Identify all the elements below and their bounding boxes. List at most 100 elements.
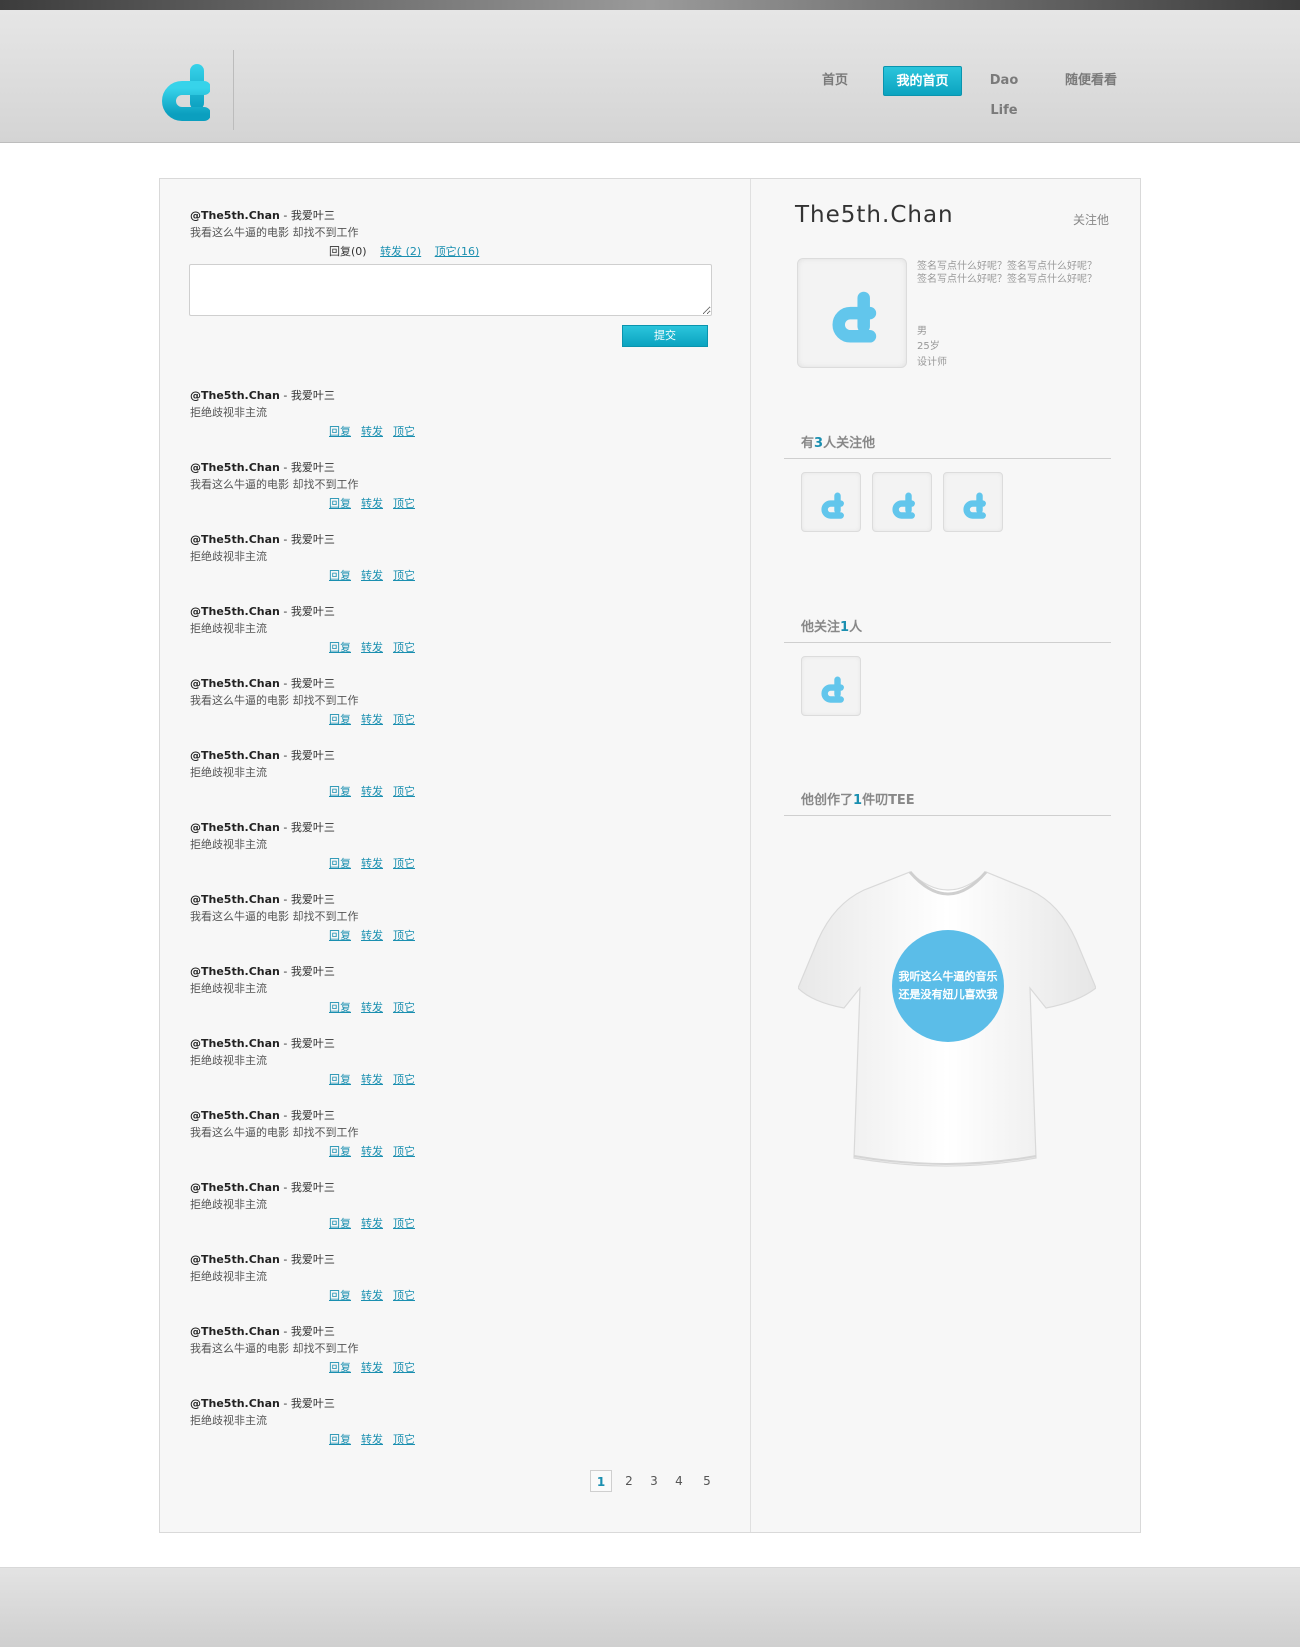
reply-link[interactable]: 回复 xyxy=(329,1433,351,1446)
post-user[interactable]: @The5th.Chan xyxy=(190,533,280,546)
reply-link[interactable]: 回复 xyxy=(329,785,351,798)
top-link[interactable]: 顶它 xyxy=(393,1289,415,1302)
forward-link[interactable]: 转发 xyxy=(361,713,383,726)
feed-post: @The5th.Chan - 我爱叶三 拒绝歧视非主流 回复 转发 顶它 xyxy=(190,1396,690,1446)
reply-link[interactable]: 回复 xyxy=(329,857,351,870)
reply-link[interactable]: 回复 xyxy=(329,1289,351,1302)
post-title: 我爱叶三 xyxy=(290,821,335,834)
post-sep: - xyxy=(279,1253,291,1266)
post-user[interactable]: @The5th.Chan xyxy=(190,461,280,474)
forward-link[interactable]: 转发 xyxy=(361,1001,383,1014)
forward-link[interactable]: 转发 xyxy=(361,785,383,798)
post-header: @The5th.Chan - 我爱叶三 xyxy=(190,208,690,224)
page-2-button[interactable]: 2 xyxy=(618,1470,640,1492)
nav-dao-life[interactable]: Dao Life xyxy=(975,66,1033,118)
top-link[interactable]: 顶它 xyxy=(393,1217,415,1230)
post-user[interactable]: @The5th.Chan xyxy=(190,677,280,690)
post-user[interactable]: @The5th.Chan xyxy=(190,1181,280,1194)
follow-button[interactable]: 关注他 xyxy=(1073,211,1109,228)
feed-post: @The5th.Chan - 我爱叶三 我看这么牛逼的电影 却找不到工作 回复 转发顶… xyxy=(190,1108,690,1158)
post-actions: 回复 转发 顶它 xyxy=(329,640,425,656)
page-5-button[interactable]: 5 xyxy=(696,1470,718,1492)
top-link[interactable]: 顶它 xyxy=(393,569,415,582)
reply-link[interactable]: 回复 xyxy=(329,1001,351,1014)
top-link[interactable]: 顶它 xyxy=(393,1073,415,1086)
reply-link[interactable]: 回复 xyxy=(329,425,351,438)
forward-link[interactable]: 转发 xyxy=(361,641,383,654)
reply-link[interactable]: 回复 xyxy=(329,1073,351,1086)
nav-my-home[interactable]: 我的首页 xyxy=(883,66,962,96)
post-sep: - xyxy=(279,965,291,978)
follower-avatar[interactable] xyxy=(872,472,932,532)
forward-link[interactable]: 转发 xyxy=(361,1433,383,1446)
submit-button[interactable]: 提交 xyxy=(622,325,708,347)
d-logo-icon[interactable] xyxy=(160,52,210,126)
follower-avatar[interactable] xyxy=(943,472,1003,532)
page-1-button[interactable]: 1 xyxy=(590,1470,612,1492)
forward-link[interactable]: 转发 xyxy=(361,1217,383,1230)
post-user[interactable]: @The5th.Chan xyxy=(190,1037,280,1050)
forward-link[interactable]: 转发 xyxy=(361,929,383,942)
post-user[interactable]: @The5th.Chan xyxy=(190,821,280,834)
post-title: 我爱叶三 xyxy=(290,533,335,546)
post-user[interactable]: @The5th.Chan xyxy=(190,1109,280,1122)
post-header: @The5th.Chan - 我爱叶三 xyxy=(190,460,690,476)
page-4-button[interactable]: 4 xyxy=(668,1470,690,1492)
top-link[interactable]: 顶它 xyxy=(393,1145,415,1158)
feed-post: @The5th.Chan - 我爱叶三 拒绝歧视非主流 回复 转发 顶它 xyxy=(190,964,690,1014)
top-link[interactable]: 顶它 xyxy=(393,785,415,798)
nav-random[interactable]: 随便看看 xyxy=(1062,66,1120,96)
reply-link[interactable]: 回复 xyxy=(329,1145,351,1158)
nav-home[interactable]: 首页 xyxy=(810,66,860,96)
top-link[interactable]: 顶它 xyxy=(393,929,415,942)
top-link[interactable]: 顶它 xyxy=(393,1433,415,1446)
forward-link[interactable]: 转发 xyxy=(361,1361,383,1374)
avatar[interactable] xyxy=(797,258,907,368)
top-link[interactable]: 顶它 xyxy=(393,641,415,654)
feed-post: @The5th.Chan - 我爱叶三 我看这么牛逼的电影 却找不到工作 回复 转发顶… xyxy=(190,1324,690,1374)
reply-link[interactable]: 回复 xyxy=(329,1217,351,1230)
post-user[interactable]: @The5th.Chan xyxy=(190,1397,280,1410)
forward-link[interactable]: 转发 (2) xyxy=(380,245,421,258)
post-user[interactable]: @The5th.Chan xyxy=(190,893,280,906)
reply-link[interactable]: 回复 xyxy=(329,929,351,942)
reply-link[interactable]: 回复 xyxy=(329,1361,351,1374)
forward-link[interactable]: 转发 xyxy=(361,569,383,582)
top-link[interactable]: 顶它(16) xyxy=(435,245,480,258)
top-link[interactable]: 顶它 xyxy=(393,857,415,870)
post-title: 我爱叶三 xyxy=(290,461,335,474)
page-3-button[interactable]: 3 xyxy=(643,1470,665,1492)
forward-link[interactable]: 转发 xyxy=(361,497,383,510)
reply-link[interactable]: 回复 xyxy=(329,713,351,726)
post-user[interactable]: @The5th.Chan xyxy=(190,1253,280,1266)
reply-link[interactable]: 回复 xyxy=(329,569,351,582)
post-user[interactable]: @The5th.Chan xyxy=(190,209,280,222)
reply-count[interactable]: 回复(0) xyxy=(329,245,367,258)
top-link[interactable]: 顶它 xyxy=(393,713,415,726)
top-link[interactable]: 顶它 xyxy=(393,1361,415,1374)
top-link[interactable]: 顶它 xyxy=(393,1001,415,1014)
tshirt-image[interactable]: 我听这么牛逼的音乐 还是没有妞儿喜欢我 xyxy=(798,868,1096,1168)
reply-input[interactable] xyxy=(189,264,712,316)
top-link[interactable]: 顶它 xyxy=(393,497,415,510)
following-avatar[interactable] xyxy=(801,656,861,716)
forward-link[interactable]: 转发 xyxy=(361,425,383,438)
post-user[interactable]: @The5th.Chan xyxy=(190,965,280,978)
reply-link[interactable]: 回复 xyxy=(329,641,351,654)
forward-link[interactable]: 转发 xyxy=(361,1289,383,1302)
post-user[interactable]: @The5th.Chan xyxy=(190,1325,280,1338)
post-user[interactable]: @The5th.Chan xyxy=(190,389,280,402)
d-logo-icon xyxy=(892,492,915,519)
top-strip xyxy=(0,0,1300,10)
post-user[interactable]: @The5th.Chan xyxy=(190,605,280,618)
top-link[interactable]: 顶它 xyxy=(393,425,415,438)
post-user[interactable]: @The5th.Chan xyxy=(190,749,280,762)
forward-link[interactable]: 转发 xyxy=(361,1145,383,1158)
reply-link[interactable]: 回复 xyxy=(329,497,351,510)
post-title: 我爱叶三 xyxy=(290,1397,335,1410)
forward-link[interactable]: 转发 xyxy=(361,857,383,870)
post-header: @The5th.Chan - 我爱叶三 xyxy=(190,676,690,692)
forward-link[interactable]: 转发 xyxy=(361,1073,383,1086)
post-title: 我爱叶三 xyxy=(290,1181,335,1194)
follower-avatar[interactable] xyxy=(801,472,861,532)
